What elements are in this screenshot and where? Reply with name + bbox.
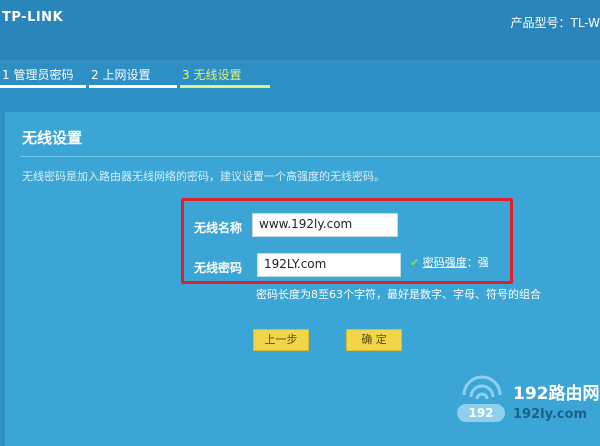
- watermark-url: 192ly.com: [513, 407, 587, 422]
- password-label: 无线密码: [194, 261, 243, 275]
- step-wireless-setup[interactable]: 3 无线设置: [182, 66, 241, 83]
- password-strength-value: ：强: [466, 256, 489, 269]
- model-label: 产品型号：TL-W: [510, 16, 600, 30]
- page-title: 无线设置: [22, 129, 83, 147]
- check-icon: ✔: [410, 256, 420, 269]
- step-bar-admin: [0, 85, 86, 88]
- password-strength: ✔ 密码强度：强: [410, 254, 489, 270]
- step-bar-internet: [89, 85, 177, 88]
- tp-link-logo: TP-LINK: [2, 10, 64, 25]
- step-admin-password[interactable]: 1 管理员密码: [2, 66, 73, 83]
- previous-step-button[interactable]: 上一步: [253, 329, 309, 351]
- confirm-button[interactable]: 确 定: [346, 329, 402, 351]
- ssid-input[interactable]: www.192ly.com: [252, 213, 398, 237]
- panel-description: 无线密码是加入路由器无线网络的密码，建议设置一个高强度的无线密码。: [22, 170, 385, 183]
- top-header: TP-LINK 产品型号：TL-W: [0, 0, 600, 60]
- watermark-title: 192路由网: [513, 384, 600, 404]
- title-divider: [20, 156, 600, 157]
- step-internet-setup[interactable]: 2 上网设置: [91, 66, 150, 83]
- password-input[interactable]: 192LY.com: [257, 253, 401, 277]
- watermark: 192 192路由网 192ly.com: [455, 375, 600, 446]
- password-strength-link[interactable]: 密码强度: [423, 256, 467, 269]
- password-hint: 密码长度为8至63个字符，最好是数字、字母、符号的组合: [256, 288, 541, 301]
- watermark-pill: 192: [457, 404, 505, 422]
- ssid-label: 无线名称: [194, 221, 243, 235]
- wifi-icon: [462, 375, 502, 400]
- step-bar-wireless: [180, 85, 270, 88]
